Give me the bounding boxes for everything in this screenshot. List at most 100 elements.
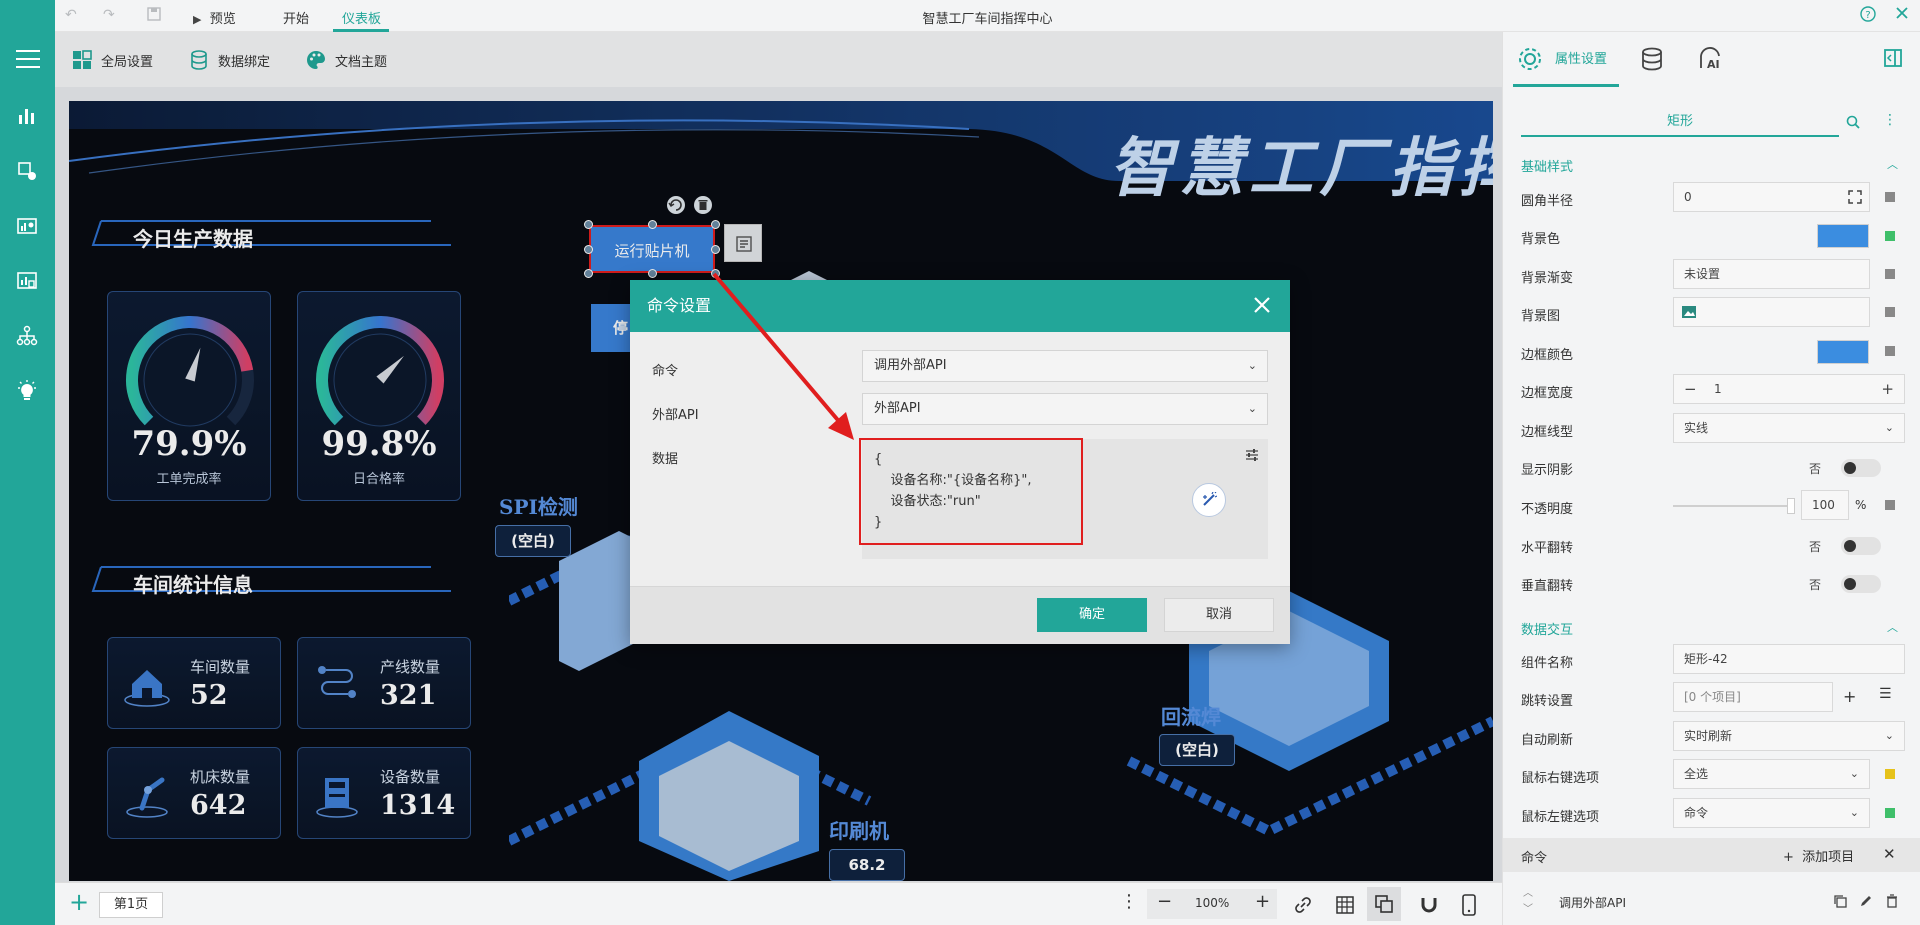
chevron-down-icon[interactable]: ﹀ xyxy=(1523,900,1533,915)
indicator-square xyxy=(1885,769,1895,779)
tab-properties[interactable]: 属性设置 xyxy=(1555,48,1607,67)
border-style-select[interactable]: 实线 ⌄ xyxy=(1673,413,1905,443)
panel-toggle-icon[interactable] xyxy=(1883,48,1903,68)
zoom-level: 100% xyxy=(1195,896,1230,910)
border-color-swatch[interactable] xyxy=(1817,340,1869,364)
tree-icon[interactable] xyxy=(15,325,39,349)
app-root: ↶ ↷ ▶ 预览 开始 仪表板 智慧工厂车间指挥中心 ? 全局设置 数据绑定 文… xyxy=(0,0,1920,925)
chart-icon[interactable] xyxy=(15,105,39,129)
chevron-down-icon: ⌄ xyxy=(1884,421,1894,434)
vflip-toggle[interactable] xyxy=(1841,575,1881,593)
right-click-select[interactable]: 全选 ⌄ xyxy=(1673,759,1870,789)
report-icon[interactable] xyxy=(15,270,39,294)
command-item-row[interactable]: ︿ ﹀ 调用外部API xyxy=(1503,880,1920,924)
plus-icon[interactable]: + xyxy=(1843,687,1856,706)
shadow-toggle[interactable] xyxy=(1841,459,1881,477)
user-chart-icon[interactable] xyxy=(15,215,39,239)
menu-icon[interactable] xyxy=(16,50,40,70)
trash-icon[interactable] xyxy=(1885,894,1899,908)
plus-icon[interactable]: + xyxy=(1881,375,1894,403)
add-page-icon[interactable]: + xyxy=(69,888,89,916)
left-rail xyxy=(0,0,55,925)
opacity-input[interactable]: 100 xyxy=(1801,490,1849,520)
opacity-slider[interactable] xyxy=(1673,498,1795,514)
opacity-label: 不透明度 xyxy=(1521,502,1574,517)
ok-button[interactable]: 确定 xyxy=(1037,598,1147,632)
auto-refresh-select[interactable]: 实时刷新 ⌄ xyxy=(1673,721,1905,751)
corner-radius-input[interactable]: 0 xyxy=(1673,182,1870,212)
copy-icon[interactable] xyxy=(1833,894,1847,908)
more-options-icon[interactable]: ⋮ xyxy=(1883,112,1897,128)
save-icon[interactable] xyxy=(147,7,161,25)
bottom-bar: + 第1页 ⋮ − 100% + xyxy=(55,882,1502,925)
magnet-icon[interactable] xyxy=(1419,895,1439,915)
preview-menu[interactable]: ▶ 预览 xyxy=(193,8,236,27)
zoom-in-icon[interactable]: + xyxy=(1255,891,1270,912)
hflip-toggle[interactable] xyxy=(1841,537,1881,555)
api-select-value: 外部API xyxy=(874,401,921,416)
dashboard-menu[interactable]: 仪表板 xyxy=(342,8,381,27)
add-item-label: 添加项目 xyxy=(1802,850,1855,865)
shadow-value: 否 xyxy=(1809,462,1822,476)
right-click-label: 鼠标右键选项 xyxy=(1521,771,1600,786)
table-grid-icon[interactable] xyxy=(1335,895,1355,915)
magic-wand-icon xyxy=(1203,492,1217,506)
sliders-icon[interactable] xyxy=(1244,447,1260,463)
edit-icon[interactable] xyxy=(1859,894,1873,908)
indicator-square xyxy=(1885,269,1895,279)
preview-label: 预览 xyxy=(209,12,236,27)
close-icon[interactable] xyxy=(1251,294,1273,316)
magic-button[interactable] xyxy=(1192,483,1226,517)
border-color-label: 边框颜色 xyxy=(1521,348,1574,363)
section-basic-style[interactable]: 基础样式 xyxy=(1521,156,1573,175)
gear-icon[interactable] xyxy=(1517,46,1543,72)
shadow-label: 显示阴影 xyxy=(1521,463,1574,478)
close-icon[interactable]: ✕ xyxy=(1883,845,1896,863)
opacity-unit: % xyxy=(1855,498,1867,512)
api-select[interactable]: 外部API ⌄ xyxy=(862,393,1268,425)
lightbulb-icon[interactable] xyxy=(15,380,39,404)
start-menu[interactable]: 开始 xyxy=(283,8,309,27)
chevron-down-icon: ⌄ xyxy=(1849,767,1859,780)
minus-icon[interactable]: − xyxy=(1684,375,1697,403)
bg-color-label: 背景色 xyxy=(1521,232,1561,247)
api-label: 外部API xyxy=(652,408,699,423)
chevron-up-icon[interactable]: ︿ xyxy=(1523,884,1533,899)
link-icon[interactable] xyxy=(1293,895,1313,915)
border-width-stepper[interactable]: − 1 + xyxy=(1673,374,1905,404)
cancel-button[interactable]: 取消 xyxy=(1164,598,1274,632)
search-icon[interactable] xyxy=(1845,114,1861,130)
layer-button[interactable] xyxy=(1367,887,1401,921)
page-tab-1[interactable]: 第1页 xyxy=(99,892,163,918)
chevron-down-icon: ⌄ xyxy=(1849,806,1859,819)
zoom-out-icon[interactable]: − xyxy=(1157,891,1172,912)
expand-icon[interactable] xyxy=(1847,189,1863,205)
border-width-label: 边框宽度 xyxy=(1521,386,1574,401)
more-vertical-icon[interactable]: ⋮ xyxy=(1120,891,1138,912)
close-window-icon[interactable] xyxy=(1895,6,1909,24)
command-select[interactable]: 调用外部API ⌄ xyxy=(862,350,1268,382)
list-icon[interactable]: ☰ xyxy=(1879,686,1892,702)
bg-image-input[interactable] xyxy=(1673,297,1870,327)
corner-radius-label: 圆角半径 xyxy=(1521,194,1574,209)
database-icon[interactable] xyxy=(1639,46,1665,72)
redo-icon[interactable]: ↷ xyxy=(103,7,115,23)
chevron-up-icon[interactable]: ︿ xyxy=(1887,619,1898,635)
bg-color-swatch[interactable] xyxy=(1817,224,1869,248)
shapes-icon[interactable] xyxy=(15,160,39,184)
chevron-down-icon: ⌄ xyxy=(1884,729,1894,742)
help-icon[interactable]: ? xyxy=(1860,6,1876,26)
bg-gradient-input[interactable]: 未设置 xyxy=(1673,259,1870,289)
subtab-rectangle[interactable]: 矩形 xyxy=(1521,107,1839,137)
section-data-interaction[interactable]: 数据交互 xyxy=(1521,619,1573,638)
chevron-up-icon[interactable]: ︿ xyxy=(1887,156,1898,172)
slider-handle[interactable] xyxy=(1787,498,1795,514)
component-name-input[interactable]: 矩形-42 xyxy=(1673,644,1905,674)
add-item-button[interactable]: + 添加项目 xyxy=(1783,846,1854,865)
jump-settings-input[interactable]: [0 个项目] xyxy=(1673,682,1833,712)
undo-icon[interactable]: ↶ xyxy=(65,7,77,23)
highlight-box xyxy=(859,438,1083,545)
mobile-icon[interactable] xyxy=(1461,894,1477,916)
ai-icon[interactable]: AI xyxy=(1697,46,1725,72)
left-click-select[interactable]: 命令 ⌄ xyxy=(1673,798,1870,828)
